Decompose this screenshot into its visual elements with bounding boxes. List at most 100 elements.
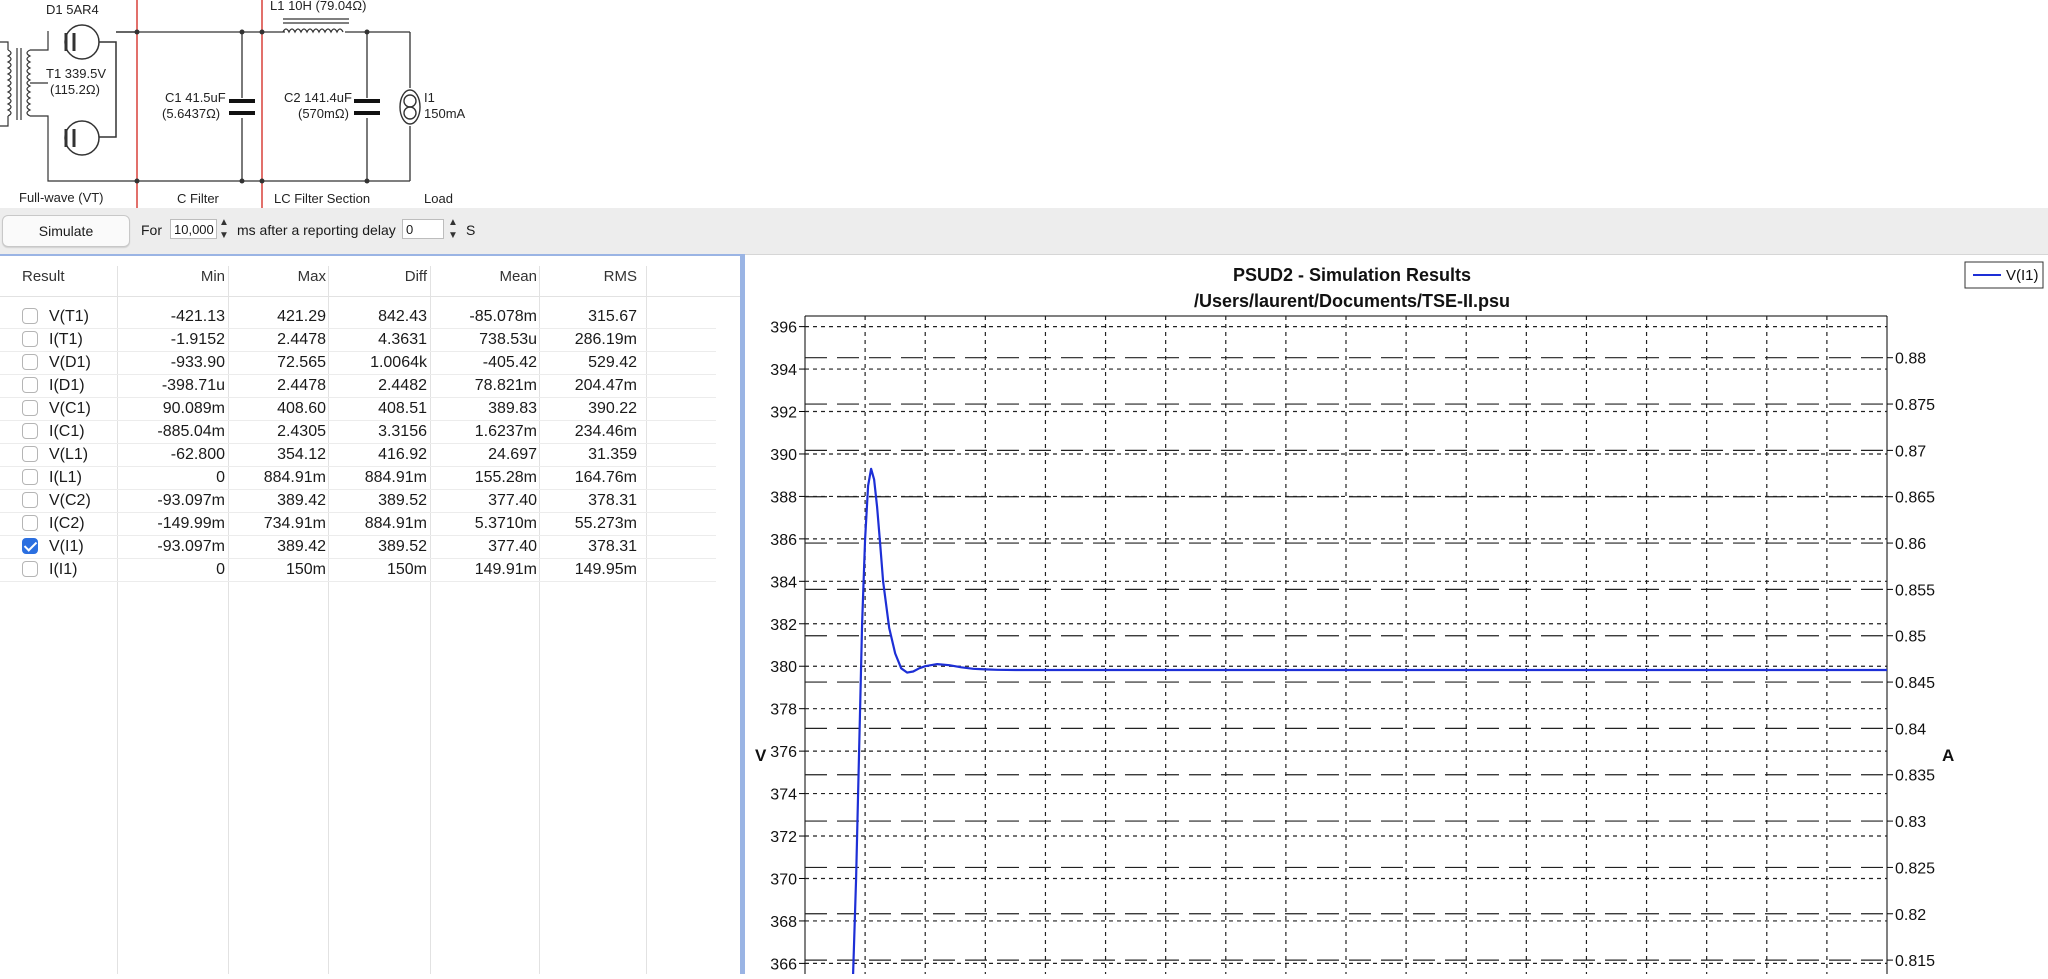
schematic-svg: D1 5AR4 L1 10H (79.04Ω) T1 339.5V (115.2… xyxy=(0,0,466,208)
y-tick-label: 380 xyxy=(770,659,797,676)
cell-max: 389.42 xyxy=(277,538,326,555)
current-source-icon xyxy=(399,89,421,125)
row-checkbox[interactable] xyxy=(22,423,38,439)
chevron-down-icon[interactable]: ▼ xyxy=(446,229,460,242)
y2-tick-label: 0.84 xyxy=(1895,721,1926,738)
table-row[interactable]: I(L1) 0 884.91m 884.91m 155.28m 164.76m xyxy=(0,466,716,490)
cell-min: -421.13 xyxy=(170,308,225,325)
column-header-result[interactable]: Result xyxy=(22,268,65,285)
cell-diff: 2.4482 xyxy=(378,377,427,394)
cell-max: 150m xyxy=(285,561,326,578)
schematic-diagram: D1 5AR4 L1 10H (79.04Ω) T1 339.5V (115.2… xyxy=(0,0,2048,208)
result-name: I(C1) xyxy=(49,423,85,440)
chevron-up-icon[interactable]: ▲ xyxy=(446,216,460,229)
cell-max: 2.4478 xyxy=(277,377,326,394)
l1-label: L1 10H (79.04Ω) xyxy=(270,0,366,13)
y2-tick-label: 0.88 xyxy=(1895,351,1926,368)
section-label-c-filter: C Filter xyxy=(177,191,220,206)
y-tick-label: 388 xyxy=(770,489,797,506)
cell-max: 884.91m xyxy=(263,469,326,486)
t1-resistance: (115.2Ω) xyxy=(50,82,100,97)
cell-max: 421.29 xyxy=(277,308,326,325)
cell-rms: 164.76m xyxy=(574,469,637,486)
row-checkbox[interactable] xyxy=(22,538,38,554)
cell-min: 0 xyxy=(216,561,225,578)
chevron-down-icon[interactable]: ▼ xyxy=(217,229,231,242)
delay-input[interactable]: 0 xyxy=(402,219,444,239)
table-row[interactable]: I(C2) -149.99m 734.91m 884.91m 5.3710m 55.273… xyxy=(0,512,716,536)
result-name: I(I1) xyxy=(49,561,78,578)
column-header-min[interactable]: Min xyxy=(201,268,225,285)
cell-mean: 149.91m xyxy=(474,561,537,578)
table-row[interactable]: V(D1) -933.90 72.565 1.0064k -405.42 529.42 xyxy=(0,351,716,375)
table-row[interactable]: I(C1) -885.04m 2.4305 3.3156 1.6237m 234.46m xyxy=(0,420,716,444)
table-row[interactable]: V(C2) -93.097m 389.42 389.52 377.40 378.31 xyxy=(0,489,716,513)
result-name: V(L1) xyxy=(49,446,89,463)
cell-max: 408.60 xyxy=(277,400,326,417)
row-checkbox[interactable] xyxy=(22,515,38,531)
row-checkbox[interactable] xyxy=(22,377,38,393)
table-row[interactable]: V(C1) 90.089m 408.60 408.51 389.83 390.22 xyxy=(0,397,716,421)
cell-mean: 377.40 xyxy=(488,538,537,555)
table-row[interactable]: I(I1) 0 150m 150m 149.91m 149.95m xyxy=(0,558,716,582)
table-row[interactable]: V(I1) -93.097m 389.42 389.52 377.40 378.31 xyxy=(0,535,716,559)
duration-stepper[interactable]: ▲ ▼ xyxy=(217,216,231,242)
cell-diff: 884.91m xyxy=(364,515,427,532)
cell-rms: 390.22 xyxy=(588,400,637,417)
row-checkbox[interactable] xyxy=(22,469,38,485)
y2-tick-label: 0.85 xyxy=(1895,629,1926,646)
result-name: V(D1) xyxy=(49,354,91,371)
cell-mean: 377.40 xyxy=(488,492,537,509)
y-tick-label: 378 xyxy=(770,702,797,719)
row-checkbox[interactable] xyxy=(22,308,38,324)
cell-mean: 5.3710m xyxy=(474,515,537,532)
result-name: I(D1) xyxy=(49,377,85,394)
cell-max: 72.565 xyxy=(277,354,326,371)
table-row[interactable]: I(D1) -398.71u 2.4478 2.4482 78.821m 204.47m xyxy=(0,374,716,398)
cell-rms: 31.359 xyxy=(588,446,637,463)
y2-tick-label: 0.865 xyxy=(1895,490,1935,507)
results-table: Result Min Max Diff Mean RMS V(T1) -421.1… xyxy=(0,256,740,974)
column-header-max[interactable]: Max xyxy=(298,268,326,285)
y-tick-label: 382 xyxy=(770,617,797,634)
row-checkbox[interactable] xyxy=(22,561,38,577)
chart-legend[interactable]: V(I1) xyxy=(1964,261,2044,289)
cell-rms: 529.42 xyxy=(588,354,637,371)
row-checkbox[interactable] xyxy=(22,354,38,370)
duration-input[interactable]: 10,000 xyxy=(170,219,217,239)
row-checkbox[interactable] xyxy=(22,331,38,347)
chevron-up-icon[interactable]: ▲ xyxy=(217,216,231,229)
y-tick-label: 392 xyxy=(770,405,797,422)
row-checkbox[interactable] xyxy=(22,400,38,416)
y-axis-label: V xyxy=(755,746,767,765)
row-checkbox[interactable] xyxy=(22,492,38,508)
simulate-button[interactable]: Simulate xyxy=(2,215,130,247)
column-header-mean[interactable]: Mean xyxy=(499,268,537,285)
i1-label: I1 xyxy=(424,90,435,105)
column-header-rms[interactable]: RMS xyxy=(604,268,637,285)
cell-diff: 3.3156 xyxy=(378,423,427,440)
cell-max: 354.12 xyxy=(277,446,326,463)
chart-svg: PSUD2 - Simulation Results /Users/lauren… xyxy=(755,261,2044,975)
result-name: I(L1) xyxy=(49,469,82,486)
y-tick-label: 394 xyxy=(770,362,797,379)
plot-area[interactable]: 396 394 392 390 388 386 384 382 380 378 376 374 372 3… xyxy=(770,315,1935,975)
table-row[interactable]: V(T1) -421.13 421.29 842.43 -85.078m 315.67 xyxy=(0,305,716,329)
y2-axis-label: A xyxy=(1942,746,1954,765)
y-tick-label: 396 xyxy=(770,320,797,337)
c2-resistance: (570mΩ) xyxy=(298,106,349,121)
result-name: V(I1) xyxy=(49,538,84,555)
y2-tick-label: 0.845 xyxy=(1895,675,1935,692)
cell-rms: 378.31 xyxy=(588,492,637,509)
column-header-diff[interactable]: Diff xyxy=(405,268,427,285)
cell-min: 0 xyxy=(216,469,225,486)
table-header: Result Min Max Diff Mean RMS xyxy=(0,256,740,297)
c1-label: C1 41.5uF xyxy=(165,90,226,105)
table-row[interactable]: I(T1) -1.9152 2.4478 4.3631 738.53u 286.19m xyxy=(0,328,716,352)
cell-diff: 389.52 xyxy=(378,492,427,509)
cell-rms: 204.47m xyxy=(574,377,637,394)
y-tick-label: 386 xyxy=(770,532,797,549)
delay-stepper[interactable]: ▲ ▼ xyxy=(446,216,460,242)
row-checkbox[interactable] xyxy=(22,446,38,462)
table-row[interactable]: V(L1) -62.800 354.12 416.92 24.697 31.359 xyxy=(0,443,716,467)
